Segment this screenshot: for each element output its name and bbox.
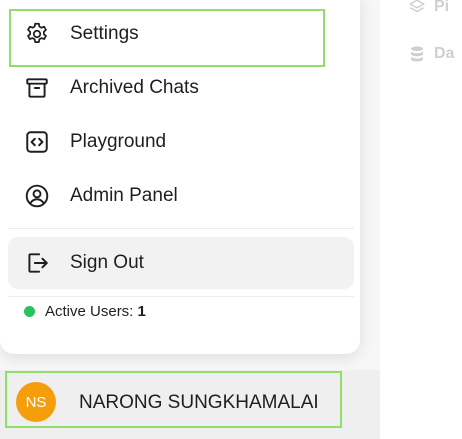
menu-item-label: Settings [70,23,139,44]
active-users-count: 1 [137,303,146,320]
user-circle-icon [25,184,49,208]
gear-icon [27,22,47,43]
user-profile-button[interactable]: NS NARONG SUNGKHAMALAI [0,370,380,439]
active-users-label: Active Users: [45,303,134,320]
menu-divider [8,228,354,229]
status-dot-icon [24,306,35,317]
menu-item-settings[interactable]: Settings [8,10,354,58]
layers-icon [409,0,425,13]
user-name: NARONG SUNGKHAMALAI [79,392,319,413]
background-panel [380,0,462,439]
user-menu: Settings Archived Chats Playground Admin… [0,0,360,354]
menu-divider [8,296,354,297]
menu-item-label: Playground [70,131,167,152]
background-item-label: Pi [434,0,450,15]
menu-item-label: Archived Chats [70,77,199,98]
background-item-pipelines: Pi [408,0,449,16]
menu-item-playground[interactable]: Playground [8,118,354,166]
menu-item-sign-out[interactable]: Sign Out [8,237,354,289]
sign-out-icon [28,253,48,273]
background-item-data: Da [408,45,454,63]
menu-item-label: Sign Out [70,252,144,273]
avatar: NS [16,382,56,422]
archive-icon [26,78,48,98]
database-icon [411,46,423,62]
menu-item-label: Admin Panel [70,185,178,206]
menu-item-admin-panel[interactable]: Admin Panel [8,172,354,220]
active-users-status: Active Users: 1 [24,303,146,320]
menu-item-archived-chats[interactable]: Archived Chats [8,64,354,112]
code-icon [26,131,48,153]
background-item-label: Da [434,45,455,62]
